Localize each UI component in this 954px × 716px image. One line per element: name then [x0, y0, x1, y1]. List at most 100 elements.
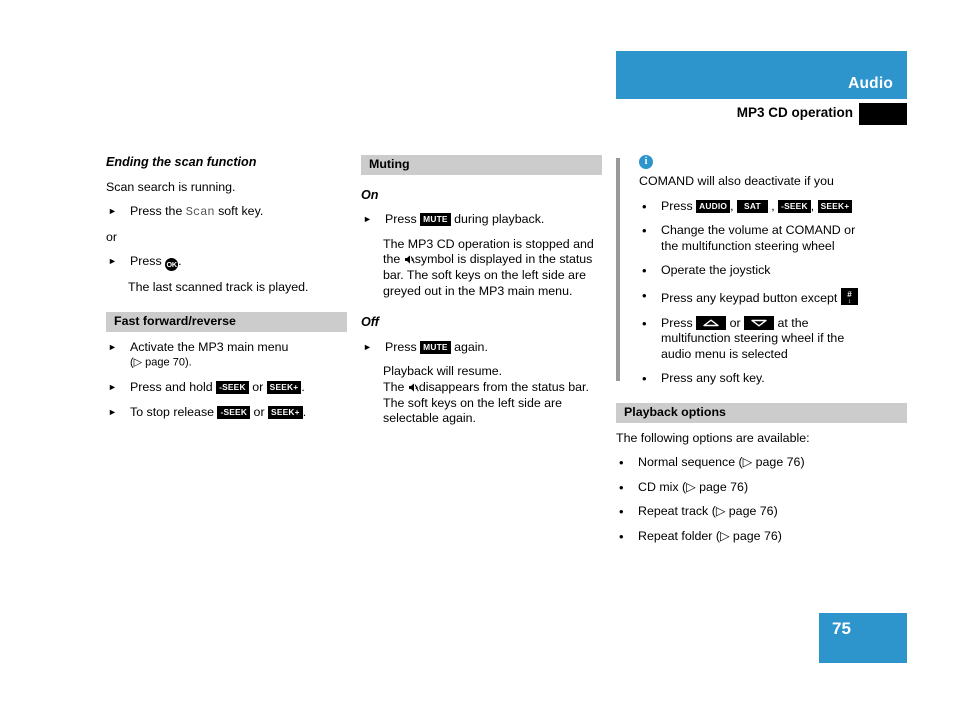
result-line-2-post: disappears from the status bar.	[418, 379, 589, 394]
page-number-badge: 75	[819, 613, 907, 663]
arrow-down-key-icon[interactable]	[744, 315, 775, 330]
svg-text:#: #	[847, 290, 852, 299]
bullet-dot-icon: •	[642, 371, 647, 387]
seek-back-key-icon[interactable]: -SEEK	[216, 381, 249, 395]
bullet-line-3: audio menu is selected	[661, 346, 788, 361]
muting-off-result: Playback will resume. The disappears fro…	[383, 364, 602, 426]
step-triangle-icon: ►	[363, 341, 372, 352]
seek-forward-key-icon[interactable]: SEEK+	[268, 405, 303, 419]
bullet-text[interactable]: Repeat track (▷ page 76)	[638, 504, 907, 520]
step-text-post: .	[301, 380, 305, 395]
bullet-text: Press any keypad button except # ↕	[661, 287, 907, 307]
muting-off-step: ► Press MUTE again.	[361, 340, 602, 356]
header-thumb-tab	[859, 103, 907, 125]
bullet-dot-icon: •	[619, 504, 624, 520]
ff-step-activate-menu: ► Activate the MP3 main menu (▷ page 70)…	[106, 340, 347, 372]
scan-result-text: The last scanned track is played.	[128, 280, 309, 295]
bullet-text: Press or at the multifunction steering w…	[661, 315, 907, 363]
note-vertical-rule	[616, 158, 620, 381]
arrow-up-key-icon[interactable]	[696, 315, 727, 330]
bullet-text-pre: Press any keypad button except	[661, 290, 838, 305]
scan-intro-text: Scan search is running.	[106, 179, 236, 194]
seek-back-key-icon[interactable]: -SEEK	[217, 405, 251, 419]
bullet-text[interactable]: Normal sequence (▷ page 76)	[638, 455, 907, 471]
step-text: Activate the MP3 main menu (▷ page 70).	[130, 340, 347, 372]
page-reference[interactable]: (▷ page 70).	[130, 357, 192, 369]
playback-option-cd-mix[interactable]: • CD mix (▷ page 76)	[616, 480, 907, 496]
info-icon: i	[639, 155, 653, 169]
bullet-text: Operate the joystick	[661, 263, 771, 278]
header-section-title: Audio	[848, 75, 893, 92]
step-text: Press MUTE during playback.	[385, 212, 602, 228]
bullet-dot-icon: •	[642, 315, 647, 331]
step-triangle-icon: ►	[363, 214, 372, 225]
step-text-pre: Press the	[130, 204, 183, 219]
result-line-1: The MP3 CD operation is stopped and	[383, 236, 594, 251]
note-item-keypad-button: • Press any keypad button except # ↕	[639, 287, 907, 307]
playback-option-normal-sequence[interactable]: • Normal sequence (▷ page 76)	[616, 455, 907, 471]
mute-symbol-icon	[404, 254, 415, 265]
scan-step-press-ok: ► Press OK.	[106, 254, 347, 272]
heading-ending-scan: Ending the scan function	[106, 155, 257, 169]
step-text: Press MUTE again.	[385, 340, 602, 356]
bullet-text[interactable]: Repeat folder (▷ page 76)	[638, 529, 907, 545]
step-triangle-icon: ►	[108, 341, 117, 352]
scan-or-text: or	[106, 229, 118, 244]
note-item-change-volume: • Change the volume at COMAND or the mul…	[639, 223, 907, 254]
step-text: Press and hold -SEEK or SEEK+.	[130, 380, 347, 396]
note-intro-text: COMAND will also deactivate if you	[639, 174, 834, 188]
section-head-muting: Muting	[361, 155, 602, 175]
step-text-pre: Press	[385, 212, 417, 227]
result-line-4: greyed out in the MP3 main menu.	[383, 283, 573, 298]
ff-step-press-hold: ► Press and hold -SEEK or SEEK+.	[106, 380, 347, 396]
ok-button-icon[interactable]: OK	[165, 258, 179, 272]
playback-option-repeat-folder[interactable]: • Repeat folder (▷ page 76)	[616, 529, 907, 545]
result-line-2-pre: the	[383, 252, 401, 267]
bullet-line-2: the multifunction steering wheel	[661, 238, 835, 253]
step-text-post: again.	[454, 339, 488, 354]
seek-back-key-icon[interactable]: -SEEK	[778, 199, 811, 213]
bullet-text[interactable]: CD mix (▷ page 76)	[638, 480, 907, 496]
step-triangle-icon: ►	[108, 206, 117, 217]
svg-text:↕: ↕	[848, 299, 851, 304]
seek-forward-key-icon[interactable]: SEEK+	[817, 199, 853, 213]
result-line-3: bar. The soft keys on the left side are	[383, 267, 586, 282]
step-text: To stop release -SEEK or SEEK+.	[130, 405, 347, 421]
ff-step-stop-release: ► To stop release -SEEK or SEEK+.	[106, 405, 347, 421]
right-column: i COMAND will also deactivate if you • P…	[616, 155, 907, 554]
left-column: Ending the scan function Scan search is …	[106, 155, 347, 429]
step-text-post: soft key.	[218, 204, 264, 219]
bullet-dot-icon: •	[619, 479, 624, 495]
mute-symbol-icon	[408, 382, 419, 393]
sat-key-icon[interactable]: SAT	[737, 199, 768, 213]
muting-on-label: On	[361, 187, 379, 202]
bullet-line-1: Change the volume at COMAND or	[661, 223, 856, 238]
scan-soft-key-label[interactable]: Scan	[186, 205, 215, 219]
step-text-line1: Activate the MP3 main menu	[130, 339, 289, 354]
step-triangle-icon: ►	[108, 256, 117, 267]
hash-keypad-icon[interactable]: # ↕	[840, 287, 858, 305]
step-text: Press the Scan soft key.	[130, 204, 347, 221]
bullet-text: Change the volume at COMAND or the multi…	[661, 223, 907, 254]
bullet-text-pre: Press	[661, 198, 693, 213]
muting-off-label: Off	[361, 315, 379, 330]
bullet-dot-icon: •	[642, 287, 647, 303]
audio-key-icon[interactable]: AUDIO	[696, 199, 731, 213]
step-text-pre: Press	[130, 254, 162, 269]
step-text: Press OK.	[130, 254, 347, 272]
muting-on-result: The MP3 CD operation is stopped and the …	[383, 237, 602, 299]
mute-key-icon[interactable]: MUTE	[420, 340, 451, 354]
section-head-playback-options: Playback options	[616, 402, 907, 423]
note-item-any-soft-key: • Press any soft key.	[639, 371, 907, 387]
step-triangle-icon: ►	[108, 406, 117, 417]
note-item-operate-joystick: • Operate the joystick	[639, 263, 907, 279]
mute-key-icon[interactable]: MUTE	[420, 213, 451, 227]
result-line-2-pre: The	[383, 379, 405, 394]
bullet-dot-icon: •	[642, 223, 647, 239]
seek-forward-key-icon[interactable]: SEEK+	[266, 381, 302, 395]
playback-intro-text: The following options are available:	[616, 430, 810, 445]
step-text-post: .	[178, 254, 182, 269]
playback-option-repeat-track[interactable]: • Repeat track (▷ page 76)	[616, 504, 907, 520]
section-head-fast-forward: Fast forward/reverse	[106, 311, 347, 332]
result-line-2-post: symbol is displayed in the status	[414, 252, 593, 267]
